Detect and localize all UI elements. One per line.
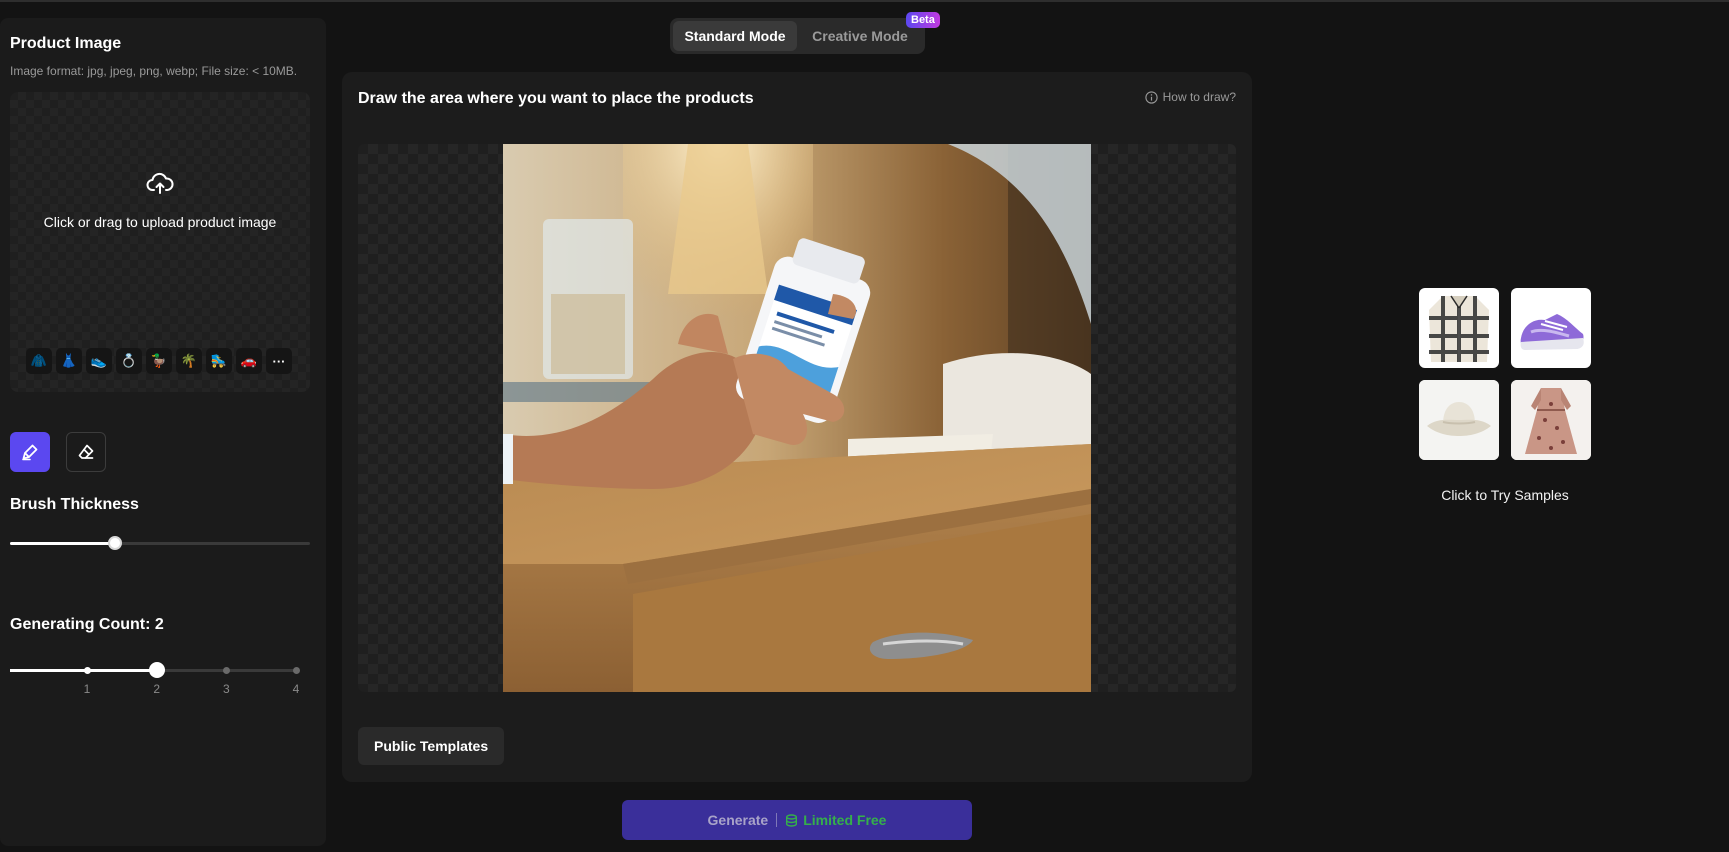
plaid-shirt-image [1429,295,1489,362]
sample-purple-sneaker[interactable] [1511,288,1591,368]
palm-tree-icon[interactable]: 🌴 [176,348,202,374]
generate-separator [776,813,778,827]
try-samples-label: Click to Try Samples [1441,487,1569,503]
upload-instruction: Click or drag to upload product image [43,214,277,230]
brush-icon [22,444,38,461]
brush-thickness-slider[interactable] [10,536,310,550]
left-panel: Product Image Image format: jpg, jpeg, p… [0,18,326,846]
coin-stack-icon [786,813,798,827]
sample-floral-dress[interactable] [1511,380,1591,460]
purple-sneaker-image [1520,314,1584,350]
info-icon [1144,90,1158,104]
jacket-icon[interactable]: 🧥 [26,348,52,374]
sample-bucket-hat[interactable] [1419,380,1499,460]
generate-button[interactable]: Generate Limited Free [622,800,972,840]
count-tick-label: 4 [292,682,300,696]
generating-count-label: Generating Count: 2 [10,616,164,633]
how-to-draw-link[interactable]: How to draw? [1144,90,1236,104]
dress-icon[interactable]: 👗 [56,348,82,374]
roller-skate-icon[interactable]: 🛼 [206,348,232,374]
brush-tool-button[interactable] [10,432,50,472]
how-to-draw-text: How to draw? [1162,90,1236,104]
count-tick-1[interactable] [83,667,91,674]
bucket-hat-image [1419,380,1499,460]
eraser-tool-button[interactable] [66,432,106,472]
brush-slider-fill [10,542,115,545]
generating-count-slider[interactable] [10,662,300,678]
floral-dress-image [1511,380,1591,460]
brush-thickness-label: Brush Thickness [10,496,139,513]
count-tick-label: 2 [153,682,160,696]
format-hint: Image format: jpg, jpeg, png, webp; File… [10,64,298,78]
drawing-canvas[interactable] [358,144,1236,692]
beta-badge: Beta [906,12,940,28]
brush-slider-thumb[interactable] [108,536,122,550]
category-shortcuts: 🧥 👗 👟 💍 🦆 🌴 🛼 🚗 ··· [26,348,292,374]
public-templates-button[interactable]: Public Templates [358,727,505,765]
count-tick-4[interactable] [292,667,300,674]
ring-icon[interactable]: 💍 [116,348,142,374]
upload-dropzone[interactable]: Click or drag to upload product image 🧥 👗… [10,92,310,392]
duck-icon[interactable]: 🦆 [146,348,172,374]
sample-plaid-shirt[interactable] [1419,288,1499,368]
mode-switch: Standard Mode Creative Mode [670,18,925,54]
limited-free-text: Limited Free [803,812,887,828]
product-image-title: Product Image [10,35,122,52]
count-tick-label: 3 [222,682,230,696]
eraser-icon [78,444,94,459]
scene-image [503,144,1091,692]
car-icon[interactable]: 🚗 [236,348,262,374]
creative-mode-tab[interactable]: Creative Mode [798,21,922,51]
cloud-upload-icon [146,172,174,194]
standard-mode-tab[interactable]: Standard Mode [673,21,797,51]
generate-label: Generate [707,812,769,828]
count-slider-thumb[interactable] [148,662,165,678]
draw-area-title: Draw the area where you want to place th… [358,90,754,107]
count-tick-3[interactable] [222,667,230,674]
more-icon[interactable]: ··· [266,348,292,374]
limited-free-tag: Limited Free [785,812,886,828]
count-tick-label: 1 [83,682,91,696]
top-divider [0,0,1729,2]
shoe-icon[interactable]: 👟 [86,348,112,374]
main-panel: Draw the area where you want to place th… [342,72,1252,782]
